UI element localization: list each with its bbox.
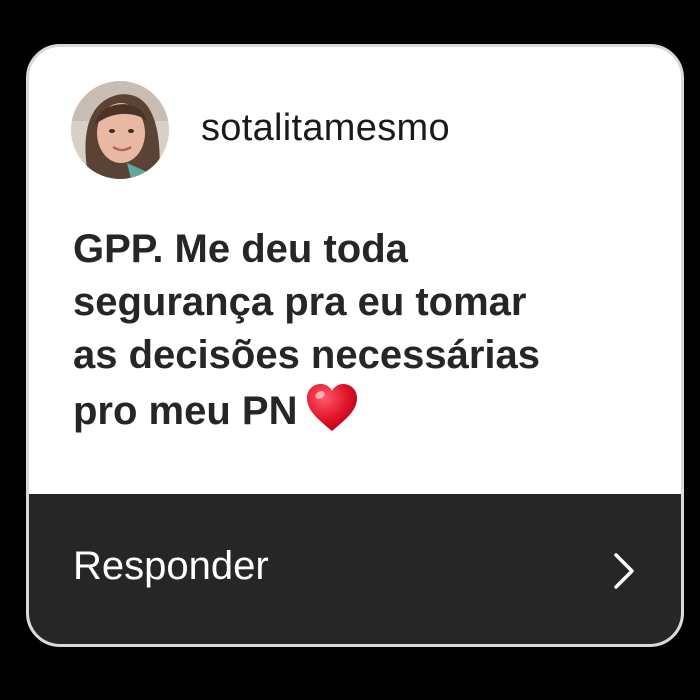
heart-icon (305, 382, 359, 448)
card-header: sotalitamesmo (29, 47, 681, 197)
message-line: segurança pra eu tomar (73, 280, 527, 324)
message-line: as decisões necessárias (73, 333, 541, 377)
story-reply-card: sotalitamesmo GPP. Me deu toda segurança… (26, 44, 684, 647)
message-line: GPP. Me deu toda (73, 227, 408, 271)
message-text: GPP. Me deu toda segurança pra eu tomar … (73, 223, 663, 448)
chevron-right-icon (614, 553, 634, 589)
message-line: pro meu PN (73, 389, 298, 433)
username[interactable]: sotalitamesmo (201, 107, 450, 150)
reply-label: Responder (73, 544, 269, 588)
avatar[interactable] (71, 81, 169, 179)
reply-button[interactable]: Responder (29, 494, 681, 644)
avatar-image (71, 81, 169, 179)
